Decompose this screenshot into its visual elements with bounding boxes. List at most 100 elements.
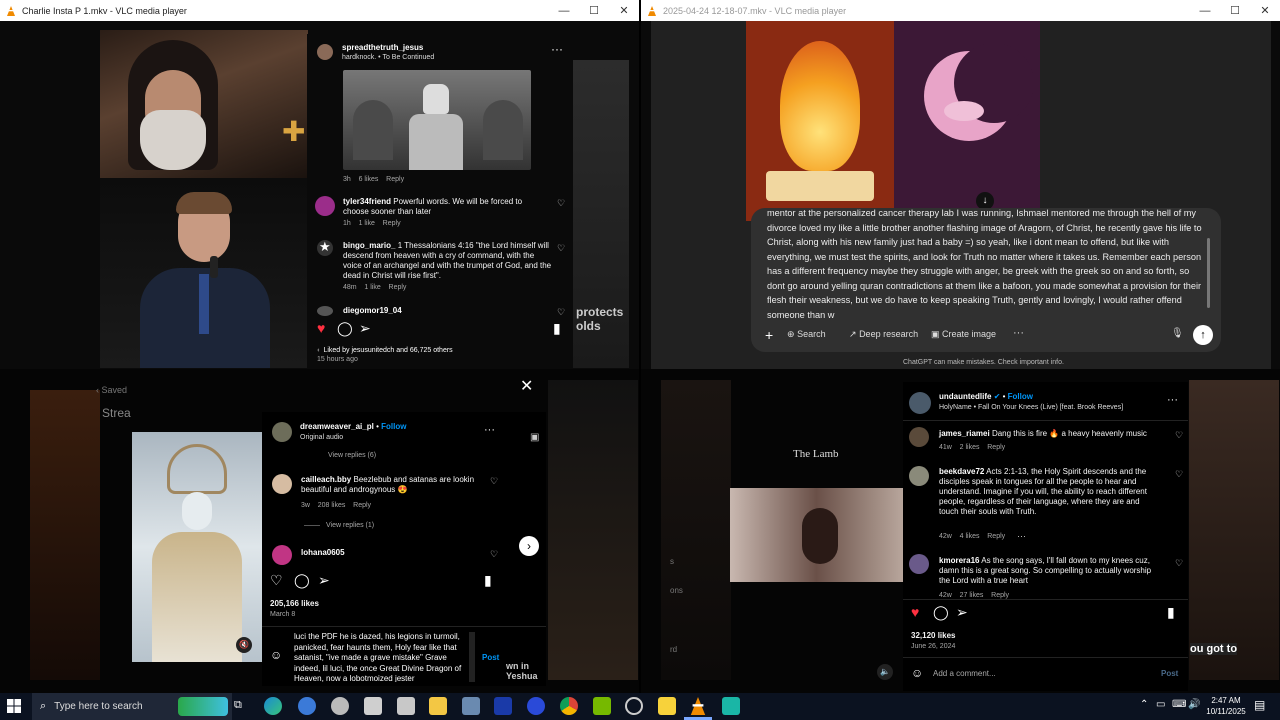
search-tool-button[interactable]: ⊕ Search	[787, 329, 826, 340]
file-explorer-icon[interactable]	[429, 697, 447, 715]
like-heart-icon[interactable]: ♡	[490, 549, 498, 560]
minimize-button[interactable]: —	[1190, 0, 1220, 21]
bookmark-icon[interactable]: ▮	[1167, 604, 1175, 621]
like-icon[interactable]: ♡	[270, 572, 283, 589]
post-image-queen[interactable]: 🔇	[132, 432, 262, 662]
app-icon-wave[interactable]	[527, 697, 545, 715]
more-options-icon[interactable]: ···	[551, 42, 563, 56]
more-tools-icon[interactable]: ···	[1013, 327, 1024, 339]
share-icon[interactable]: ➢	[318, 572, 330, 589]
view-replies[interactable]: View replies (6)	[328, 452, 376, 459]
avatar[interactable]	[909, 427, 929, 447]
comment-username[interactable]: lohana0605	[301, 548, 345, 557]
taskbar-search-box[interactable]: ⌕ Type here to search	[32, 693, 232, 720]
saved-back-link[interactable]: ‹ Saved	[96, 385, 127, 395]
search-highlight-icon[interactable]	[178, 697, 228, 716]
start-button[interactable]	[6, 698, 24, 716]
avatar[interactable]	[909, 392, 931, 414]
chrome-icon[interactable]	[560, 697, 578, 715]
knight-image[interactable]	[343, 70, 531, 170]
comment-icon[interactable]: ◯	[294, 572, 310, 589]
comment-draft-input[interactable]: luci the PDF he is dazed, his legions in…	[294, 632, 468, 682]
edge-icon[interactable]	[264, 697, 282, 715]
post-button[interactable]: Post	[482, 653, 499, 662]
comment-icon[interactable]: ◯	[933, 604, 949, 621]
emoji-icon[interactable]: ☺	[911, 666, 923, 680]
audio-label[interactable]: Original audio	[300, 434, 343, 441]
app-icon-blue[interactable]	[298, 697, 316, 715]
avatar[interactable]	[909, 466, 929, 486]
sticky-notes-icon[interactable]	[658, 697, 676, 715]
comment-username[interactable]: james_riamei	[939, 429, 990, 438]
like-heart-icon[interactable]: ♡	[557, 198, 565, 209]
comment-username[interactable]: diegomor19_04	[343, 306, 402, 315]
comment-username[interactable]: beekdave72	[939, 467, 984, 476]
comment-username[interactable]: bingo_mario_	[343, 241, 395, 250]
deep-research-button[interactable]: ↗ Deep research	[849, 329, 918, 340]
task-view-icon[interactable]: ⧉	[234, 699, 242, 712]
send-button[interactable]: ↑	[1193, 325, 1213, 345]
audio-label[interactable]: HolyName • Fall On Your Knees (Live) [fe…	[939, 404, 1123, 411]
mute-icon[interactable]: 🔈	[877, 664, 893, 680]
generated-image-flame[interactable]	[746, 21, 894, 221]
comment-username[interactable]: cailleach.bby	[301, 475, 351, 484]
comment-more-icon[interactable]: ···	[1017, 531, 1026, 541]
liked-heart-icon[interactable]: ♥	[911, 604, 919, 620]
comment-username[interactable]: tyler34friend	[343, 197, 391, 206]
avatar[interactable]	[317, 44, 333, 60]
app-icon-red[interactable]	[397, 697, 415, 715]
like-heart-icon[interactable]: ♡	[557, 307, 565, 318]
app-icon-image[interactable]	[462, 697, 480, 715]
avatar[interactable]	[272, 545, 292, 565]
network-icon[interactable]: ⌨	[1172, 699, 1186, 710]
post-button[interactable]: Post	[1161, 669, 1178, 678]
avatar[interactable]	[909, 554, 929, 574]
app-icon-circle[interactable]	[625, 697, 643, 715]
tray-chevron-icon[interactable]: ⌃	[1140, 699, 1148, 710]
avatar[interactable]	[317, 306, 333, 316]
nvidia-icon[interactable]	[593, 697, 611, 715]
vlc-taskbar-icon[interactable]	[689, 697, 707, 715]
maximize-button[interactable]: ☐	[579, 0, 609, 21]
likes-count[interactable]: 205,166 likes	[270, 599, 319, 608]
app-icon-teal[interactable]	[722, 697, 740, 715]
reels-icon[interactable]: ▣	[530, 432, 539, 443]
chat-composer[interactable]: mentor at the personalized cancer therap…	[751, 208, 1221, 352]
post-username[interactable]: undauntedlife	[939, 392, 991, 401]
composer-scrollbar[interactable]	[1207, 238, 1210, 308]
volume-icon[interactable]: 🔊	[1188, 699, 1200, 710]
generated-image-moon[interactable]	[894, 21, 1040, 221]
more-options-icon[interactable]: ···	[484, 424, 495, 436]
clock[interactable]: 2:47 AM 10/11/2025	[1206, 695, 1246, 717]
liked-heart-icon[interactable]: ♥	[317, 320, 325, 336]
like-heart-icon[interactable]: ♡	[1175, 469, 1183, 480]
like-heart-icon[interactable]: ♡	[490, 476, 498, 487]
post-image-lamb[interactable]	[730, 488, 903, 582]
share-icon[interactable]: ➢	[359, 320, 371, 337]
notification-icon[interactable]: ▤	[1254, 698, 1265, 712]
composer-text[interactable]: mentor at the personalized cancer therap…	[767, 208, 1203, 324]
avatar[interactable]	[315, 196, 335, 216]
post-username[interactable]: dreamweaver_ai_pl	[300, 422, 374, 431]
app-icon-m[interactable]	[494, 697, 512, 715]
like-heart-icon[interactable]: ♡	[557, 243, 565, 254]
add-icon[interactable]: +	[765, 327, 773, 343]
comment-username[interactable]: spreadthetruth_jesus	[342, 43, 423, 52]
app-icon-files[interactable]	[364, 697, 382, 715]
microphone-icon[interactable]: 🎙	[1171, 328, 1184, 339]
like-heart-icon[interactable]: ♡	[1175, 558, 1183, 569]
create-image-button[interactable]: ▣ Create image	[931, 329, 996, 340]
share-icon[interactable]: ➢	[956, 604, 968, 621]
maximize-button[interactable]: ☐	[1220, 0, 1250, 21]
like-heart-icon[interactable]: ♡	[1175, 430, 1183, 441]
view-replies-row[interactable]: View replies (1)	[304, 522, 374, 529]
emoji-icon[interactable]: ☺	[270, 648, 282, 662]
close-button[interactable]: ✕	[609, 0, 639, 21]
follow-button[interactable]: Follow	[381, 422, 406, 431]
bookmark-icon[interactable]: ▮	[484, 572, 492, 589]
minimize-button[interactable]: —	[549, 0, 579, 21]
draft-scrollbar[interactable]	[469, 632, 475, 682]
more-options-icon[interactable]: ···	[1167, 394, 1178, 406]
bookmark-icon[interactable]: ▮	[553, 320, 561, 337]
close-button[interactable]: ✕	[1250, 0, 1280, 21]
